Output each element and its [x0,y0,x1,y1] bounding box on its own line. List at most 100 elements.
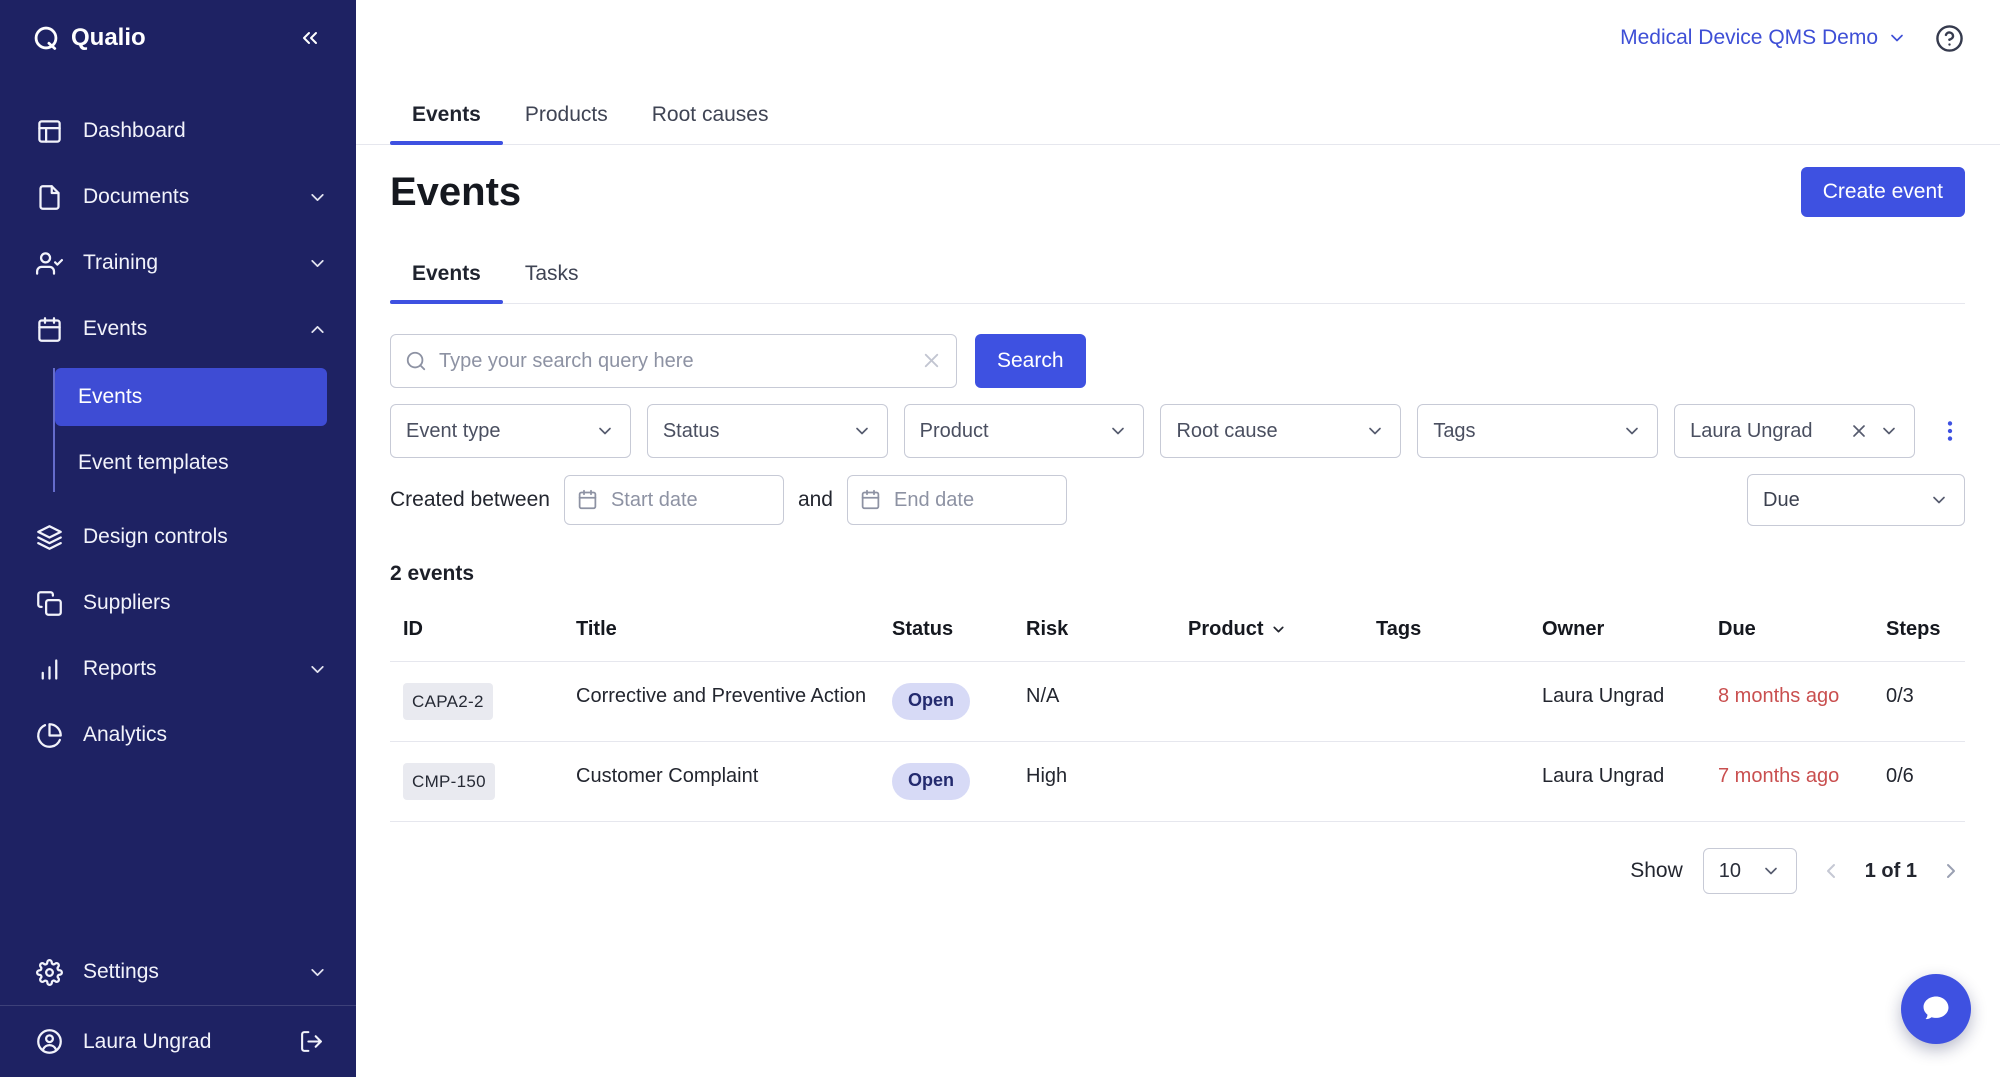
subtab-events[interactable]: Events [390,261,503,303]
event-status-cell: Open [892,742,1026,822]
chevron-down-icon [307,962,328,983]
next-page-button[interactable] [1937,857,1965,885]
bar-chart-icon [36,656,63,683]
create-event-button[interactable]: Create event [1801,167,1965,217]
filter-label: Event type [406,420,585,443]
workspace-name: Medical Device QMS Demo [1620,26,1878,50]
chat-widget-button[interactable] [1901,974,1971,1044]
filter-label: Tags [1433,420,1612,443]
pie-chart-icon [36,722,63,749]
column-header-owner: Owner [1542,598,1718,662]
document-icon [36,184,63,211]
search-input[interactable] [390,334,957,388]
owner-filter[interactable]: Laura Ungrad [1674,404,1915,458]
due-filter[interactable]: Due [1747,474,1965,526]
table-row[interactable]: CAPA2-2 Corrective and Preventive Action… [390,662,1965,742]
sidebar-item-suppliers[interactable]: Suppliers [0,570,356,636]
sidebar-nav: Dashboard Documents Training [0,76,356,939]
event-due-cell: 8 months ago [1718,662,1886,742]
sidebar-item-label: Settings [83,960,287,984]
tags-filter[interactable]: Tags [1417,404,1658,458]
help-button[interactable] [1935,24,1964,53]
app-root: Qualio Dashboard Documents [0,0,2000,1077]
root-cause-filter[interactable]: Root cause [1160,404,1401,458]
chat-bubble-icon [1919,992,1953,1026]
tab-products[interactable]: Products [503,102,630,144]
event-tags-cell [1376,662,1542,742]
event-id-badge: CAPA2-2 [403,683,493,720]
brand: Qualio [32,24,146,52]
pagination: Show 10 1 of 1 [390,848,1965,894]
filter-label: Product [920,420,1099,443]
event-owner-cell: Laura Ungrad [1542,742,1718,822]
status-badge: Open [892,763,970,800]
more-filters-button[interactable] [1935,414,1965,448]
events-table: ID Title Status Risk Product Tags Owner … [390,598,1965,822]
sidebar-item-label: Analytics [83,723,328,747]
status-filter[interactable]: Status [647,404,888,458]
chevron-down-icon [1622,421,1642,441]
sidebar-item-documents[interactable]: Documents [0,164,356,230]
sidebar-item-label: Suppliers [83,591,328,615]
column-header-risk: Risk [1026,598,1188,662]
chevron-down-icon [307,187,328,208]
sidebar-item-analytics[interactable]: Analytics [0,702,356,768]
sidebar-subitem-event-templates[interactable]: Event templates [55,434,327,492]
calendar-icon [577,489,598,510]
sidebar-item-dashboard[interactable]: Dashboard [0,98,356,164]
event-steps-cell: 0/3 [1886,662,1965,742]
sidebar-footer: Settings Laura Ungrad [0,939,356,1077]
and-label: and [798,488,833,512]
workspace-selector[interactable]: Medical Device QMS Demo [1620,26,1907,50]
table-row[interactable]: CMP-150 Customer Complaint Open High Lau… [390,742,1965,822]
sidebar-subitem-label: Event templates [78,451,229,475]
tab-events[interactable]: Events [390,102,503,144]
sidebar-subitem-label: Events [78,385,142,409]
logout-button[interactable] [297,1027,326,1056]
event-product-cell [1188,662,1376,742]
chevron-down-icon [852,421,872,441]
clear-owner-filter-icon[interactable] [1849,421,1869,441]
sidebar-item-training[interactable]: Training [0,230,356,296]
sidebar-collapse-button[interactable] [294,22,326,54]
start-date-box [564,475,784,525]
event-title-cell[interactable]: Customer Complaint [576,742,892,822]
page-header: Events Create event [390,167,1965,217]
avatar-icon [36,1028,63,1055]
subtab-tasks[interactable]: Tasks [503,261,601,303]
sidebar-item-reports[interactable]: Reports [0,636,356,702]
previous-page-button[interactable] [1817,857,1845,885]
filter-label: Status [663,420,842,443]
qualio-logo-icon [32,24,60,52]
event-type-filter[interactable]: Event type [390,404,631,458]
search-button[interactable]: Search [975,334,1086,388]
sidebar-item-label: Events [83,317,287,341]
product-filter[interactable]: Product [904,404,1145,458]
sidebar-item-label: Training [83,251,287,275]
tab-label: Events [412,262,481,285]
sidebar-item-events[interactable]: Events [0,296,356,362]
event-risk-cell: N/A [1026,662,1188,742]
sidebar-item-settings[interactable]: Settings [0,939,356,1005]
page-size-select[interactable]: 10 [1703,848,1797,894]
event-title-cell[interactable]: Corrective and Preventive Action [576,662,892,742]
clear-search-icon[interactable] [920,349,943,372]
event-id-badge: CMP-150 [403,763,495,800]
column-header-product[interactable]: Product [1188,598,1376,662]
column-header-title: Title [576,598,892,662]
sidebar-item-design-controls[interactable]: Design controls [0,504,356,570]
tab-root-causes[interactable]: Root causes [630,102,791,144]
sidebar-user-menu[interactable]: Laura Ungrad [0,1005,356,1077]
chevron-down-icon [1761,861,1781,881]
chevron-down-icon [1879,421,1899,441]
page-title: Events [390,170,521,215]
chevron-down-icon [1365,421,1385,441]
sort-chevron-icon [1270,621,1287,638]
column-header-status: Status [892,598,1026,662]
sidebar-subitem-events[interactable]: Events [55,368,327,426]
event-id-cell: CMP-150 [390,742,576,822]
status-badge: Open [892,683,970,720]
calendar-icon [860,489,881,510]
search-icon [405,350,427,372]
chevron-down-icon [307,659,328,680]
